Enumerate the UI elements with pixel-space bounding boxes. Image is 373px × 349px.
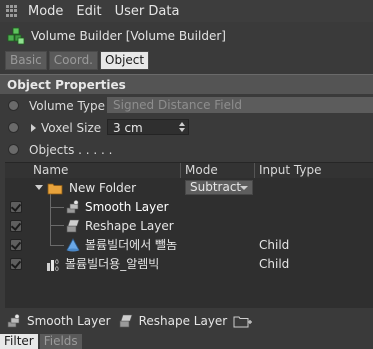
tab-fields[interactable]: Fields xyxy=(39,334,82,349)
cone-icon xyxy=(66,238,80,252)
voxel-size-input[interactable]: 3 cm xyxy=(107,119,189,135)
objects-label: Objects . . . . . xyxy=(29,142,113,157)
attribute-tabs: Basic Coord. Object xyxy=(5,51,150,70)
chevron-down-icon xyxy=(240,186,248,190)
animation-radio-icon[interactable] xyxy=(8,144,19,155)
reshape-layer-label: Reshape Layer xyxy=(138,314,228,328)
input-type-value: Child xyxy=(259,238,290,252)
add-smooth-layer-button[interactable]: Smooth Layer xyxy=(5,312,111,330)
item-name: 볼륨빌더용_알렘빅 xyxy=(65,257,160,271)
enable-checkbox[interactable] xyxy=(10,258,22,270)
smooth-layer-icon xyxy=(66,199,79,214)
svg-text:0: 0 xyxy=(55,266,59,272)
tab-coord[interactable]: Coord. xyxy=(48,51,98,70)
volume-builder-icon xyxy=(7,27,25,45)
svg-text:0: 0 xyxy=(55,259,59,266)
list-item-cone[interactable]: 볼륨빌더에서 뺄놈 Child xyxy=(5,236,373,254)
enable-checkbox[interactable] xyxy=(10,239,22,251)
bottom-tabs: Filter Fields xyxy=(0,334,82,349)
voxel-size-value: 3 cm xyxy=(113,121,143,135)
enable-checkbox[interactable] xyxy=(10,201,22,213)
list-item-new-folder[interactable]: New Folder Subtract xyxy=(5,179,373,197)
collapse-arrow-icon[interactable] xyxy=(35,185,43,190)
spinner-icon[interactable] xyxy=(179,122,185,132)
tab-object[interactable]: Object xyxy=(100,51,150,70)
item-name: Reshape Layer xyxy=(85,219,174,233)
objects-list-header: Name Mode Input Type xyxy=(5,162,373,179)
reshape-layer-icon xyxy=(119,314,132,328)
tab-filter[interactable]: Filter xyxy=(0,334,38,349)
list-item-null[interactable]: 0 0 볼륨빌더용_알렘빅 Child xyxy=(5,255,373,273)
enable-checkbox[interactable] xyxy=(10,220,22,232)
expand-arrow-icon[interactable] xyxy=(31,123,36,132)
column-input-type[interactable]: Input Type xyxy=(259,163,321,178)
smooth-layer-label: Smooth Layer xyxy=(27,314,111,328)
add-folder-button[interactable] xyxy=(233,312,257,330)
column-divider[interactable] xyxy=(180,163,181,178)
column-name[interactable]: Name xyxy=(33,163,68,178)
folder-icon xyxy=(47,183,63,195)
menu-user-data[interactable]: User Data xyxy=(115,4,180,19)
layer-buttons-bar: Smooth Layer Reshape Layer xyxy=(5,311,373,331)
animation-radio-icon[interactable] xyxy=(8,100,19,111)
volume-type-label: Volume Type xyxy=(29,98,106,113)
mode-dropdown[interactable]: Subtract xyxy=(185,180,253,195)
item-name: 볼륨빌더에서 뺄놈 xyxy=(85,238,178,252)
menu-bar: Mode Edit User Data xyxy=(0,0,373,22)
menu-edit[interactable]: Edit xyxy=(76,4,101,19)
volume-type-field: Signed Distance Field xyxy=(107,97,373,113)
column-divider[interactable] xyxy=(254,163,255,178)
smooth-layer-icon xyxy=(7,313,20,328)
mode-value: Subtract xyxy=(190,180,242,194)
object-title-bar: Volume Builder [Volume Builder] xyxy=(0,24,373,48)
null-object-icon: 0 0 xyxy=(47,259,59,272)
tab-basic[interactable]: Basic xyxy=(5,51,47,70)
objects-row: Objects . . . . . xyxy=(0,139,373,160)
item-name: New Folder xyxy=(69,181,137,195)
object-title: Volume Builder [Volume Builder] xyxy=(31,29,226,43)
voxel-size-label: Voxel Size xyxy=(41,120,102,135)
object-properties-header: Object Properties xyxy=(0,74,373,94)
objects-list[interactable]: New Folder Subtract Smooth Layer Reshape… xyxy=(5,178,373,308)
animation-radio-icon[interactable] xyxy=(8,122,19,133)
grip-icon[interactable] xyxy=(6,5,18,17)
new-folder-icon xyxy=(233,316,253,328)
list-item-smooth-layer[interactable]: Smooth Layer xyxy=(5,198,373,216)
input-type-value: Child xyxy=(259,257,290,271)
add-reshape-layer-button[interactable]: Reshape Layer xyxy=(117,312,228,330)
reshape-layer-icon xyxy=(66,219,80,233)
column-mode[interactable]: Mode xyxy=(185,163,218,178)
list-item-reshape-layer[interactable]: Reshape Layer xyxy=(5,217,373,235)
item-name: Smooth Layer xyxy=(85,200,169,214)
volume-type-row: Volume Type Signed Distance Field xyxy=(0,95,373,116)
menu-mode[interactable]: Mode xyxy=(28,4,63,19)
voxel-size-row: Voxel Size 3 cm xyxy=(0,117,373,138)
